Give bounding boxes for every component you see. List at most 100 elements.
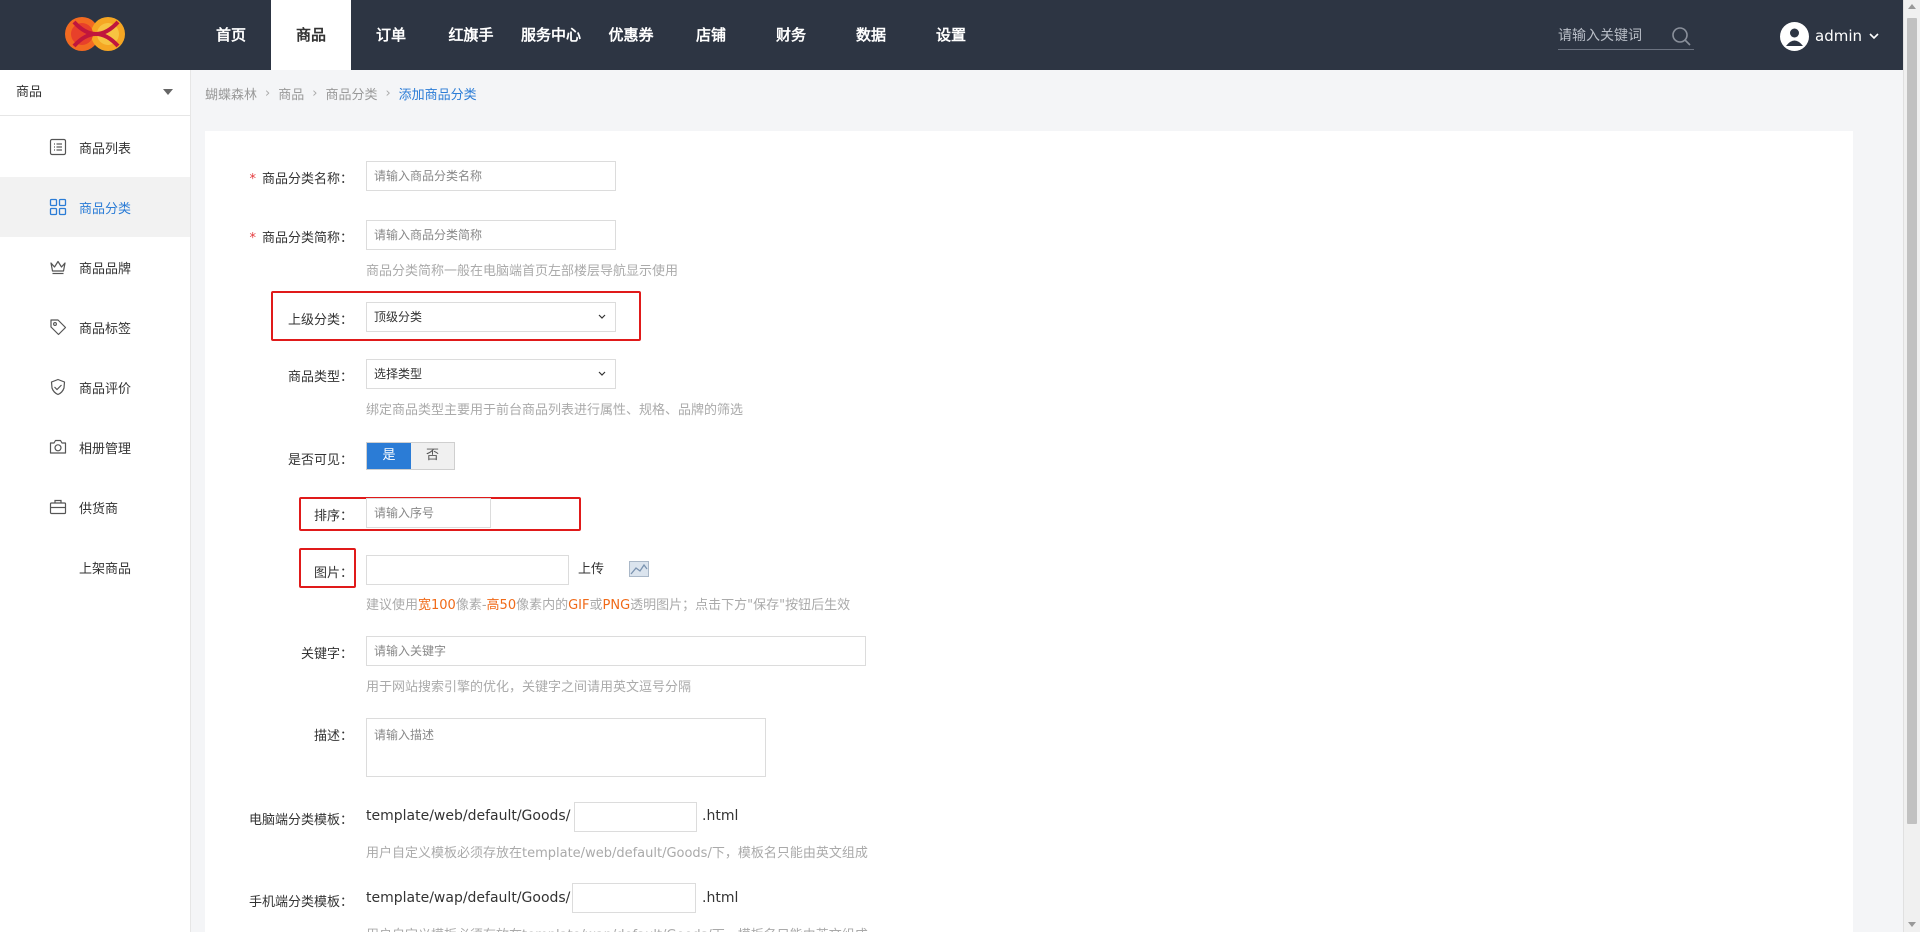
list-icon [49, 138, 67, 156]
pc-template-hint: 用户自定义模板必须存放在template/web/default/Goods/下… [366, 846, 868, 861]
visible-toggle: 是 否 [366, 442, 455, 470]
goods-type-label: 商品类型： [287, 370, 353, 385]
wap-template-prefix: template/wap/default/Goods/ [366, 890, 571, 906]
goods-type-select[interactable]: 选择类型 [366, 359, 616, 389]
breadcrumb-item[interactable]: 商品分类 [325, 84, 377, 103]
sidebar-item-label: 上架商品 [79, 561, 132, 577]
breadcrumb-separator: › [265, 85, 271, 101]
avatar [1780, 21, 1809, 51]
short-name-hint: 商品分类简称一般在电脑端首页左部楼层导航显示使用 [366, 264, 679, 279]
parent-category-select[interactable]: 顶级分类 [366, 302, 616, 332]
sidebar-item-goods-category[interactable]: 商品分类 [0, 177, 190, 237]
sidebar-item-on-shelf[interactable]: 上架商品 [0, 537, 190, 597]
chevron-down-icon [598, 314, 606, 319]
category-name-input[interactable] [366, 161, 616, 191]
visible-label: 是否可见： [287, 453, 353, 468]
breadcrumb: 蝴蝶森林 › 商品 › 商品分类 › 添加商品分类 [205, 84, 477, 103]
wap-template-input[interactable] [572, 883, 696, 913]
sidebar-item-label: 相册管理 [79, 441, 132, 457]
nav-store[interactable]: 店铺 [671, 0, 751, 70]
pc-template-prefix: template/web/default/Goods/ [366, 808, 571, 824]
goods-type-hint: 绑定商品类型主要用于前台商品列表进行属性、规格、品牌的筛选 [366, 403, 744, 418]
nav-home[interactable]: 首页 [191, 0, 271, 70]
nav-red-flag[interactable]: 红旗手 [431, 0, 511, 70]
tag-icon [50, 319, 67, 336]
nav-goods[interactable]: 商品 [271, 0, 351, 70]
nav-orders[interactable]: 订单 [351, 0, 431, 70]
image-preview-icon[interactable] [629, 561, 649, 577]
sidebar-item-label: 商品标签 [79, 321, 132, 337]
keywords-input[interactable] [366, 636, 866, 666]
sidebar-item-suppliers[interactable]: 供货商 [0, 477, 190, 537]
keywords-label: 关键字： [300, 647, 353, 662]
description-textarea[interactable] [366, 718, 766, 777]
page-scrollbar[interactable] [1903, 0, 1920, 932]
user-menu[interactable]: admin [1780, 21, 1880, 51]
parent-category-value: 顶级分类 [374, 310, 423, 324]
scroll-up-arrow[interactable] [1908, 4, 1916, 9]
scroll-down-arrow[interactable] [1908, 922, 1916, 927]
caret-down-icon [163, 89, 173, 95]
module-select-value: 商品 [16, 85, 43, 100]
search-icon[interactable] [1670, 25, 1692, 47]
pc-template-suffix: .html [702, 808, 739, 824]
sidebar-item-goods-list[interactable]: 商品列表 [0, 117, 190, 177]
username: admin [1815, 27, 1862, 45]
nav-finance[interactable]: 财务 [751, 0, 831, 70]
required-mark: * [249, 231, 256, 246]
keywords-hint: 用于网站搜索引擎的优化，关键字之间请用英文逗号分隔 [366, 680, 692, 695]
sidebar-item-goods-brand[interactable]: 商品品牌 [0, 237, 190, 297]
upload-button[interactable]: 上传 [578, 555, 604, 585]
sidebar-item-goods-reviews[interactable]: 商品评价 [0, 357, 190, 417]
image-path-input[interactable] [366, 555, 569, 585]
category-short-name-input[interactable] [366, 220, 616, 250]
briefcase-icon [49, 499, 67, 515]
goods-type-value: 选择类型 [374, 367, 423, 381]
nav-data[interactable]: 数据 [831, 0, 911, 70]
user-icon [1786, 28, 1803, 46]
wap-template-suffix: .html [702, 890, 739, 906]
scroll-thumb[interactable] [1907, 18, 1917, 824]
parent-category-label: 上级分类： [287, 313, 353, 328]
chevron-down-icon [1869, 33, 1879, 40]
sidebar-item-label: 供货商 [79, 501, 119, 517]
module-select[interactable]: 商品 [0, 70, 190, 116]
category-short-name-label: * 商品分类简称： [249, 231, 353, 246]
required-mark: * [249, 172, 256, 187]
sidebar: 商品 商品列表 商品分类 商品品牌 商品标签 商品评价 相册管理 供货商 上架商… [0, 70, 191, 932]
top-navbar: 首页 商品 订单 红旗手 服务中心 优惠券 店铺 财务 数据 设置 admin [0, 0, 1920, 70]
sidebar-item-goods-tags[interactable]: 商品标签 [0, 297, 190, 357]
breadcrumb-item[interactable]: 商品 [278, 84, 304, 103]
grid-icon [49, 198, 67, 216]
breadcrumb-current: 添加商品分类 [398, 87, 477, 103]
chevron-down-icon [598, 371, 606, 376]
nav-settings[interactable]: 设置 [911, 0, 991, 70]
header-search [1558, 22, 1694, 50]
wap-template-label: 手机端分类模板： [248, 895, 353, 910]
visible-no-button[interactable]: 否 [411, 443, 454, 469]
breadcrumb-item[interactable]: 蝴蝶森林 [205, 84, 257, 103]
breadcrumb-separator: › [385, 85, 391, 101]
sidebar-item-label: 商品评价 [79, 381, 132, 397]
main-nav: 首页 商品 订单 红旗手 服务中心 优惠券 店铺 财务 数据 设置 [191, 0, 991, 70]
sort-label: 排序： [313, 509, 353, 524]
sidebar-item-label: 商品品牌 [79, 261, 132, 277]
visible-yes-button[interactable]: 是 [367, 443, 411, 469]
pc-template-input[interactable] [574, 802, 697, 832]
image-hint: 建议使用宽100像素-高50像素内的GIF或PNG透明图片；点击下方"保存"按钮… [366, 598, 851, 613]
sidebar-item-label: 商品分类 [79, 201, 132, 217]
camera-icon [49, 439, 67, 454]
nav-coupons[interactable]: 优惠券 [591, 0, 671, 70]
shield-icon [50, 378, 66, 396]
wap-template-hint: 用户自定义模板必须存放在template/wap/default/Goods/下… [366, 924, 868, 932]
image-label: 图片： [313, 566, 353, 581]
crown-icon [50, 260, 66, 275]
category-name-label: * 商品分类名称： [249, 172, 353, 187]
sidebar-item-album[interactable]: 相册管理 [0, 417, 190, 477]
sidebar-item-label: 商品列表 [79, 141, 132, 157]
butterfly-logo[interactable] [60, 12, 132, 56]
breadcrumb-separator: › [312, 85, 318, 101]
nav-service-center[interactable]: 服务中心 [511, 0, 591, 70]
search-input[interactable] [1558, 22, 1666, 49]
sort-input[interactable] [366, 498, 491, 528]
